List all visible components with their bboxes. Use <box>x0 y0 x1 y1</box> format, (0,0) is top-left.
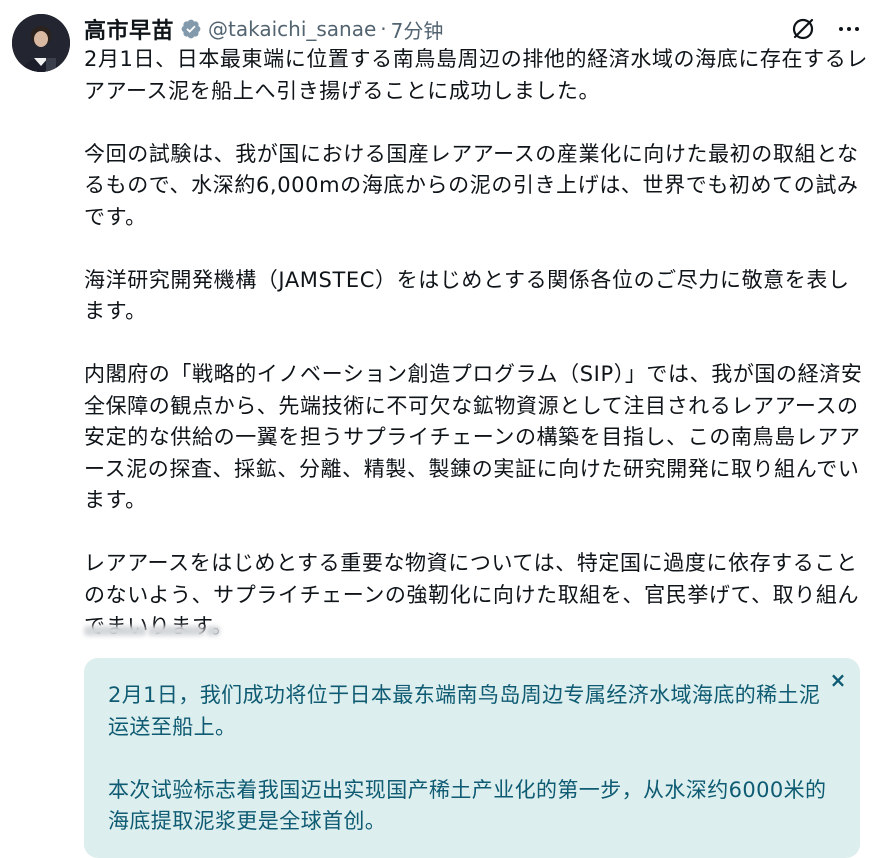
header-actions <box>788 14 864 44</box>
author-name[interactable]: 高市早苗 <box>84 13 174 45</box>
tweet-body: 2月1日、日本最東端に位置する南鳥島周辺の排他的経済水域の海底に存在するレアアー… <box>84 44 868 643</box>
translation-panel: × 2月1日，我们成功将位于日本最东端南鸟岛周边专属经济水域海底的稀土泥运送至船… <box>84 658 860 858</box>
avatar[interactable] <box>12 14 70 72</box>
translation-body: 2月1日，我们成功将位于日本最东端南鸟岛周边专属经济水域海底的稀土泥运送至船上。… <box>108 680 828 838</box>
author-handle[interactable]: @takaichi_sanae <box>208 17 376 41</box>
separator-dot: · <box>380 17 387 41</box>
translation-paragraph-1: 2月1日，我们成功将位于日本最东端南鸟岛周边专属经济水域海底的稀土泥运送至船上。 <box>108 683 821 739</box>
close-icon[interactable]: × <box>828 670 848 690</box>
tweet-paragraph-1: 2月1日、日本最東端に位置する南鳥島周辺の排他的経済水域の海底に存在するレアアー… <box>84 47 868 103</box>
translation-paragraph-2: 本次试验标志着我国迈出实现国产稀土产业化的第一步，从水深约6000米的海底提取泥… <box>108 777 827 834</box>
verified-badge-icon <box>180 18 202 40</box>
blurred-text <box>84 620 224 642</box>
tweet-header: 高市早苗 @takaichi_sanae · 7分钟 <box>84 12 864 46</box>
tweet-paragraph-4: 内閣府の「戦略的イノベーション創造プログラム（SIP）」では、我が国の経済安全保… <box>84 362 863 512</box>
tweet-paragraph-2: 今回の試験は、我が国における国産レアアースの産業化に向けた最初の取組となるもので… <box>84 141 859 229</box>
more-icon[interactable] <box>834 14 864 44</box>
tweet-timestamp[interactable]: 7分钟 <box>391 15 444 44</box>
tweet-paragraph-3: 海洋研究開発機構（JAMSTEC）をはじめとする関係各位のご尽力に敬意を表します… <box>84 267 850 324</box>
grok-icon[interactable] <box>788 14 818 44</box>
